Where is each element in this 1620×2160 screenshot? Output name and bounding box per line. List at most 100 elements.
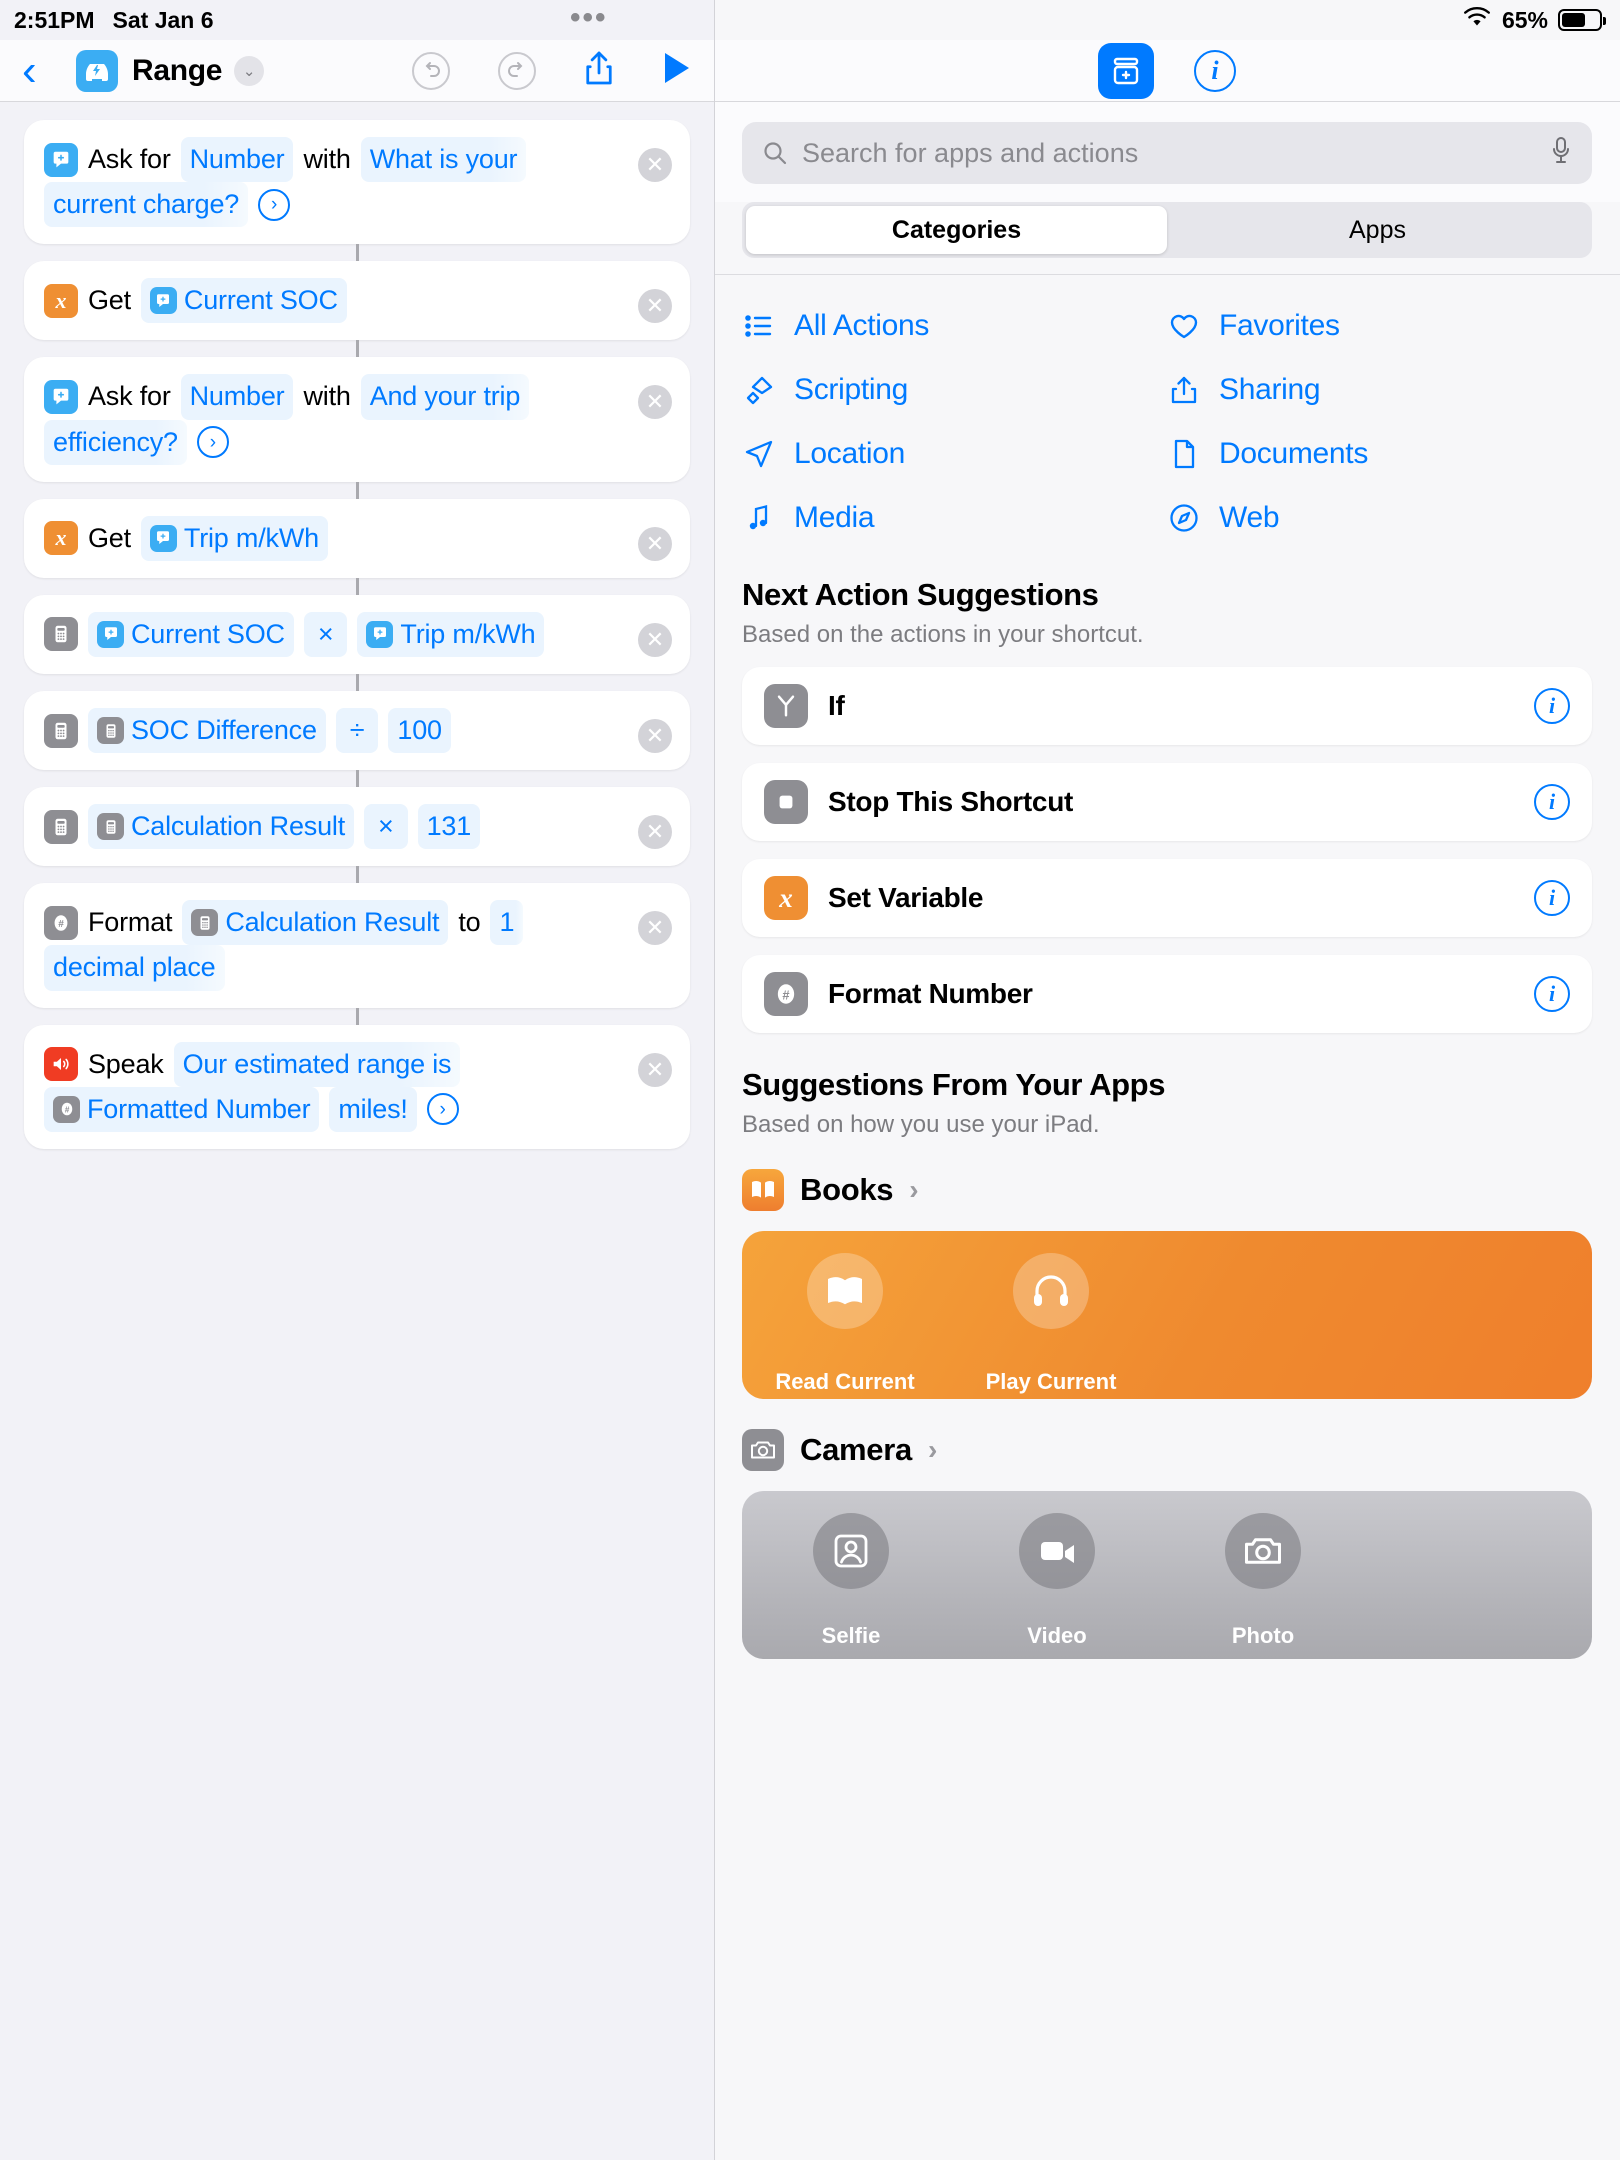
widget-tile-photo[interactable]: Photo [1160, 1513, 1366, 1649]
parameter-token[interactable]: And your trip [360, 374, 530, 420]
parameter-token[interactable]: Calculation Result [182, 900, 449, 946]
parameter-token[interactable]: Current SOC [88, 611, 294, 657]
parameter-token[interactable]: efficiency? [44, 419, 187, 465]
action-item-speak-text[interactable]: Speak Our estimated range is # Formatted Nu… [24, 1024, 690, 1149]
category-all-actions[interactable]: All Actions [742, 309, 1167, 343]
remove-action-button[interactable]: ✕ [638, 385, 672, 420]
action-card[interactable]: # Format Calculation Result to 1 decimal plac… [24, 883, 690, 1008]
action-card[interactable]: Calculation Result × 131 ✕ [24, 787, 690, 867]
segment-categories[interactable]: Categories [746, 206, 1167, 254]
run-shortcut-button[interactable] [662, 51, 692, 91]
chevron-right-icon[interactable]: › [928, 1434, 937, 1466]
action-item-ask-charge[interactable]: Ask for Number with What is your current cha… [24, 120, 690, 262]
parameter-token[interactable]: 131 [417, 804, 481, 850]
remove-action-button[interactable]: ✕ [638, 622, 672, 657]
remove-action-button[interactable]: ✕ [638, 718, 672, 753]
segment-apps[interactable]: Apps [1167, 206, 1588, 254]
category-media[interactable]: Media [742, 501, 1167, 535]
shortcut-title[interactable]: Range [132, 54, 222, 88]
info-icon[interactable]: i [1534, 880, 1570, 916]
action-item-get-trip-mkwh[interactable]: x Get Trip m/kWh ✕ [24, 498, 690, 595]
suggestion-set-variable[interactable]: x Set Variable i [742, 859, 1592, 937]
parameter-token[interactable]: Trip m/kWh [357, 611, 545, 657]
widget-tile-video[interactable]: Video [954, 1513, 1160, 1649]
parameter-token[interactable]: current charge? [44, 182, 249, 228]
parameter-token[interactable]: Current SOC [140, 278, 347, 324]
app-widget-camera[interactable]: Selfie Video Photo [742, 1491, 1592, 1659]
parameter-token[interactable]: 100 [388, 707, 451, 754]
next-actions-list[interactable]: If i Stop This Shortcut i x Set Variable i # For… [714, 649, 1620, 1033]
parameter-token[interactable]: Number [180, 137, 294, 183]
action-card[interactable]: Current SOC × Trip m/kWh ✕ [24, 594, 690, 674]
remove-action-button[interactable]: ✕ [638, 1052, 672, 1087]
action-item-calc-soc-diff-div[interactable]: SOC Difference ÷ 100 ✕ [24, 690, 690, 788]
microphone-icon[interactable] [1550, 136, 1572, 171]
parameter-token[interactable]: 1 [490, 900, 524, 946]
parameter-token[interactable]: Our estimated range is [173, 1041, 461, 1087]
expand-arrow-icon[interactable]: › [196, 426, 229, 459]
action-card[interactable]: Speak Our estimated range is # Formatted Nu… [24, 1024, 690, 1149]
add-action-library-icon[interactable] [1098, 42, 1154, 99]
parameter-token[interactable]: miles! [329, 1086, 417, 1132]
library-scroll[interactable]: All Actions Favorites Scripting Sharing Loca… [714, 274, 1620, 2160]
remove-action-button[interactable]: ✕ [638, 815, 672, 850]
category-web[interactable]: Web [1167, 501, 1592, 535]
undo-button[interactable] [412, 51, 450, 90]
multitask-dots-icon[interactable]: ••• [570, 3, 608, 33]
operator-token[interactable]: × [364, 804, 408, 850]
share-button[interactable] [584, 49, 614, 92]
chevron-down-icon[interactable]: ⌄ [234, 55, 265, 86]
category-documents[interactable]: Documents [1167, 437, 1592, 471]
category-favorites[interactable]: Favorites [1167, 309, 1592, 343]
operator-token[interactable]: × [303, 611, 348, 657]
action-item-calc-soc-times-trip[interactable]: Current SOC × Trip m/kWh ✕ [24, 594, 690, 691]
parameter-token[interactable]: What is your [360, 137, 527, 183]
info-icon[interactable]: i [1534, 784, 1570, 820]
widget-tile-read-current[interactable]: Read Current [742, 1253, 948, 1395]
suggestion-stop-this-shortcut[interactable]: Stop This Shortcut i [742, 763, 1592, 841]
category-grid[interactable]: All Actions Favorites Scripting Sharing Loca… [714, 275, 1620, 543]
action-item-format-number[interactable]: # Format Calculation Result to 1 decimal plac… [24, 883, 690, 1025]
back-chevron-icon[interactable]: ‹ [22, 48, 66, 93]
parameter-token[interactable]: Number [180, 374, 294, 420]
action-item-calc-result-times-131[interactable]: Calculation Result × 131 ✕ [24, 787, 690, 884]
expand-arrow-icon[interactable]: › [426, 1093, 459, 1126]
search-bar[interactable] [742, 122, 1592, 184]
remove-action-button[interactable]: ✕ [638, 148, 672, 182]
parameter-token[interactable]: Calculation Result [88, 804, 355, 850]
suggestion-format-number[interactable]: # Format Number i [742, 955, 1592, 1033]
category-sharing[interactable]: Sharing [1167, 373, 1592, 407]
widget-tile-selfie[interactable]: Selfie [748, 1513, 954, 1649]
widget-tile-play-current[interactable]: Play Current [948, 1253, 1154, 1395]
info-icon[interactable]: i [1534, 976, 1570, 1012]
redo-button[interactable] [498, 51, 536, 90]
expand-arrow-icon[interactable]: › [258, 188, 291, 221]
parameter-token[interactable]: decimal place [44, 945, 225, 991]
chevron-right-icon[interactable]: › [909, 1174, 918, 1206]
parameter-token[interactable]: # Formatted Number [44, 1086, 320, 1132]
actions-list[interactable]: Ask for Number with What is your current cha… [0, 102, 714, 2160]
action-card[interactable]: SOC Difference ÷ 100 ✕ [24, 690, 690, 771]
library-segmented-control[interactable]: Categories Apps [742, 202, 1592, 258]
info-icon[interactable]: i [1194, 49, 1236, 92]
action-card[interactable]: Ask for Number with What is your current cha… [24, 120, 690, 245]
info-icon[interactable]: i [1534, 688, 1570, 724]
operator-token[interactable]: ÷ [335, 707, 379, 754]
action-card[interactable]: Ask for Number with And your trip efficiency… [24, 357, 690, 482]
action-card[interactable]: x Get Trip m/kWh ✕ [24, 498, 690, 578]
app-header-camera[interactable]: Camera › [714, 1399, 1620, 1471]
app-suggestions-container[interactable]: Books › Read Current Play Current Camera › Sel… [714, 1139, 1620, 1659]
search-input[interactable] [802, 137, 1536, 169]
category-scripting[interactable]: Scripting [742, 373, 1167, 407]
action-item-get-current-soc[interactable]: x Get Current SOC ✕ [24, 261, 690, 358]
remove-action-button[interactable]: ✕ [638, 289, 672, 324]
action-card[interactable]: x Get Current SOC ✕ [24, 261, 690, 341]
parameter-token[interactable]: SOC Difference [88, 707, 326, 754]
app-header-books[interactable]: Books › [714, 1139, 1620, 1211]
remove-action-button[interactable]: ✕ [638, 526, 672, 561]
remove-action-button[interactable]: ✕ [638, 911, 672, 946]
category-location[interactable]: Location [742, 437, 1167, 471]
suggestion-if[interactable]: If i [742, 667, 1592, 745]
parameter-token[interactable]: Trip m/kWh [140, 515, 328, 561]
app-widget-books[interactable]: Read Current Play Current [742, 1231, 1592, 1399]
